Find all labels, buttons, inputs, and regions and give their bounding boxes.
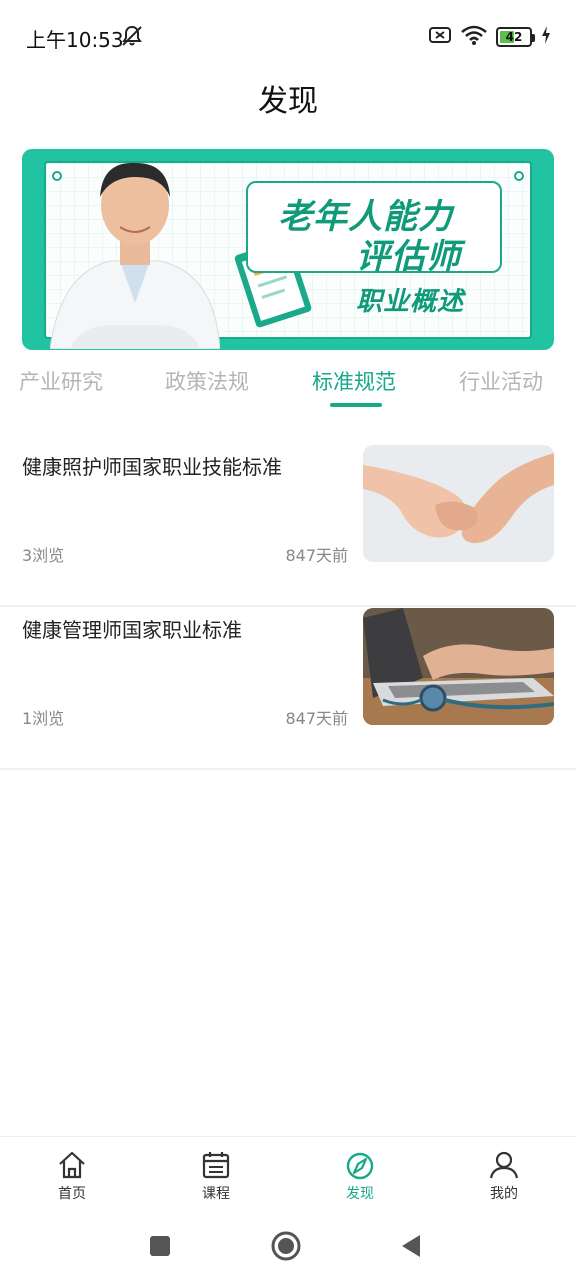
banner-title-box: 老年人能力 评估师 bbox=[246, 181, 502, 277]
article-views: 1浏览 bbox=[22, 709, 65, 728]
banner-subtitle: 职业概述 bbox=[356, 287, 465, 317]
tab-policy-regulations[interactable]: 政策法规 bbox=[165, 366, 249, 396]
article-item[interactable]: 健康管理师国家职业标准 1浏览 847天前 bbox=[0, 608, 576, 770]
nav-home[interactable]: 首页 bbox=[32, 1149, 112, 1203]
calendar-icon bbox=[202, 1152, 230, 1179]
charging-icon bbox=[540, 25, 552, 49]
wifi-icon bbox=[460, 24, 488, 50]
article-time: 847天前 bbox=[285, 546, 348, 565]
doctor-photo bbox=[50, 162, 220, 349]
home-icon bbox=[59, 1151, 85, 1179]
back-icon[interactable] bbox=[400, 1234, 422, 1258]
user-icon bbox=[489, 1151, 519, 1179]
article-time: 847天前 bbox=[285, 709, 348, 728]
tab-industry-events[interactable]: 行业活动 bbox=[459, 366, 543, 396]
mute-icon bbox=[120, 24, 144, 52]
nav-discover[interactable]: 发现 bbox=[320, 1149, 400, 1203]
article-title: 健康照护师国家职业技能标准 bbox=[22, 455, 282, 479]
home-button-icon[interactable] bbox=[270, 1230, 302, 1262]
battery-level: 42 bbox=[505, 30, 523, 44]
nav-courses[interactable]: 课程 bbox=[176, 1149, 256, 1203]
nav-label: 发现 bbox=[346, 1186, 374, 1202]
laptop-stethoscope-image bbox=[363, 608, 554, 725]
nav-label: 我的 bbox=[490, 1186, 518, 1202]
recents-icon[interactable] bbox=[149, 1235, 171, 1257]
sim-error-icon bbox=[428, 25, 452, 49]
page-title: 发现 bbox=[258, 84, 318, 119]
article-title: 健康管理师国家职业标准 bbox=[22, 618, 242, 642]
nav-label: 首页 bbox=[58, 1186, 86, 1202]
tab-standards[interactable]: 标准规范 bbox=[312, 366, 396, 396]
system-nav-bar bbox=[0, 1216, 576, 1280]
article-views: 3浏览 bbox=[22, 546, 65, 565]
category-tabs: 产业研究 政策法规 标准规范 行业活动 bbox=[0, 366, 576, 414]
compass-icon bbox=[346, 1152, 374, 1180]
holding-hands-image bbox=[363, 445, 554, 562]
active-tab-indicator bbox=[330, 403, 382, 407]
tab-industry-research[interactable]: 产业研究 bbox=[19, 366, 103, 396]
battery-icon: 42 bbox=[496, 27, 535, 47]
banner-title-line2: 评估师 bbox=[356, 237, 461, 277]
nav-profile[interactable]: 我的 bbox=[464, 1149, 544, 1203]
bottom-navigation: 首页 课程 发现 我的 bbox=[0, 1136, 576, 1216]
promo-banner[interactable]: 老年人能力 评估师 职业概述 bbox=[22, 149, 554, 350]
banner-dot bbox=[514, 171, 524, 181]
article-item[interactable]: 健康照护师国家职业技能标准 3浏览 847天前 bbox=[0, 445, 576, 607]
nav-label: 课程 bbox=[202, 1186, 230, 1202]
status-time: 上午10:53 bbox=[26, 28, 124, 52]
status-bar: 上午10:53 42 bbox=[0, 0, 576, 72]
